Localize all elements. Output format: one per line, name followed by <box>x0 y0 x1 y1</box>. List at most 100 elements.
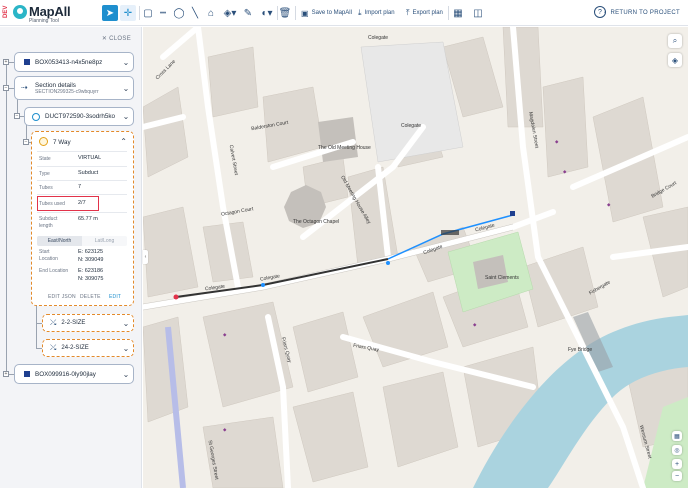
export-icon: ⤒ <box>406 8 410 17</box>
collapse-toggle[interactable]: − <box>23 139 29 145</box>
way-title: 7 Way <box>53 139 71 146</box>
tree-connector <box>6 62 7 377</box>
chevron-up-icon[interactable]: ⌃ <box>120 137 127 146</box>
dev-badge: DEV <box>3 5 9 18</box>
way-header[interactable]: 7 Way ⌃ <box>32 132 133 152</box>
poi-icon: ◆ <box>473 322 477 327</box>
subduct-label: 2-2-SIZE <box>61 320 86 326</box>
prop-key: State <box>39 156 51 162</box>
rectangle-tool-icon[interactable]: ▢ <box>142 5 154 21</box>
return-label: RETURN TO PROJECT <box>610 10 680 16</box>
map-canvas[interactable]: Colegate Colegate Colegate Colegate Bald… <box>143 27 688 488</box>
close-sidebar-button[interactable]: ✕ CLOSE <box>102 35 131 42</box>
prop-key: Type <box>39 171 50 177</box>
import-icon: ⤓ <box>358 8 362 17</box>
box-card-2[interactable]: BOX099916-0ly90jlay ⌄ <box>14 364 134 384</box>
prop-value: 7 <box>78 184 82 190</box>
save-button[interactable]: ▣ Save to MapAll <box>297 5 356 21</box>
box-card-1[interactable]: BOX053413-n4x5ne8pz ⌄ <box>14 52 134 72</box>
zoom-in-icon[interactable]: + <box>672 459 682 469</box>
poi-icon: ◆ <box>555 139 559 144</box>
import-button[interactable]: ⤓ Import plan <box>354 5 399 21</box>
chevron-left-icon: ‹ <box>604 10 607 16</box>
divider <box>37 194 127 195</box>
divider <box>37 212 127 213</box>
import-label: Import plan <box>364 10 395 16</box>
map-qr-icon[interactable]: ▦ <box>672 431 682 441</box>
trash-icon[interactable]: 🗑 <box>279 5 292 21</box>
map-layers-icon[interactable]: ◈ <box>668 53 682 67</box>
duct-label: DUCT972590-3sodrh5ko <box>45 113 116 120</box>
zoom-out-icon[interactable]: − <box>672 471 682 481</box>
end-easting: E: 623186 <box>78 268 104 274</box>
export-button[interactable]: ⤒ Export plan <box>402 5 447 21</box>
chevron-down-icon[interactable]: ⌄ <box>119 84 133 93</box>
chevron-down-icon[interactable]: ⌄ <box>119 58 133 67</box>
prop-key: Subduct length <box>39 216 58 229</box>
dashed-line-tool-icon[interactable]: ┅ <box>157 5 169 21</box>
logo-pin-icon <box>13 5 27 19</box>
end-northing: N: 309075 <box>78 276 104 282</box>
box-label: BOX099916-0ly90jlay <box>35 370 96 378</box>
map-search-icon[interactable]: ⌕ <box>668 34 682 48</box>
edit-json-button[interactable]: EDIT JSON <box>48 294 76 300</box>
toolbar-divider <box>448 6 449 20</box>
line-tool-icon[interactable]: ╲ <box>189 5 201 21</box>
subduct-icon: ⤯ <box>50 343 57 352</box>
circle-tool-icon[interactable]: ◯ <box>173 5 185 21</box>
layer-tool-icon[interactable]: ◈▾ <box>221 5 239 21</box>
app-name: MapAll <box>29 4 71 19</box>
prop-value: VIRTUAL <box>78 155 102 161</box>
place-label: The Octagon Chapel <box>293 219 340 225</box>
chevron-down-icon[interactable]: ⌄ <box>119 112 133 121</box>
subduct-icon: ⤯ <box>50 318 57 327</box>
subduct-label: 24-2-SIZE <box>61 345 89 351</box>
home-tool-icon[interactable]: ⌂ <box>205 5 217 21</box>
subduct-card-2[interactable]: ⤯ 24-2-SIZE ⌄ <box>42 339 134 357</box>
expand-toggle[interactable]: + <box>3 371 9 377</box>
coordinate-toggle[interactable]: East/North Lat/Long <box>37 236 127 246</box>
prop-value: 2/7 <box>78 200 86 206</box>
toggle-lat-long[interactable]: Lat/Long <box>82 236 127 246</box>
section-card[interactable]: ⇢ Section details SECTION299325-c9wbquyr… <box>14 76 134 100</box>
chevron-down-icon[interactable]: ⌄ <box>119 319 133 328</box>
section-icon: ⇢ <box>21 83 28 92</box>
end-location-label: End Location <box>39 268 69 274</box>
way-icon <box>39 137 48 146</box>
collapse-toggle[interactable]: − <box>3 85 9 91</box>
place-label: Colegate <box>368 35 389 41</box>
collapse-sidebar-handle[interactable]: ‹ <box>143 250 148 264</box>
tree-connector <box>36 306 37 349</box>
pencil-tool-icon[interactable]: ✎ <box>242 5 254 21</box>
map-locate-icon[interactable]: ◎ <box>672 445 682 455</box>
grid-icon[interactable]: ▦ <box>452 5 464 21</box>
toolbar: DEV MapAll Planning Tool ➤ ✛ ▢ ┅ ◯ ╲ ⌂ ◈… <box>0 0 688 26</box>
duct-card[interactable]: DUCT972590-3sodrh5ko ⌄ <box>24 107 134 126</box>
poi-icon: ◆ <box>223 332 227 337</box>
box-label: BOX053413-n4x5ne8pz <box>35 58 103 66</box>
select-tool-icon[interactable]: ➤ <box>102 5 118 21</box>
chevron-down-icon[interactable]: ⌄ <box>119 344 133 353</box>
chevron-down-icon[interactable]: ⌄ <box>119 370 133 379</box>
duct-icon <box>32 112 40 121</box>
prop-key: Tubes <box>39 185 53 191</box>
street-label: Fye Bridge <box>568 347 593 353</box>
expand-toggle[interactable]: + <box>3 59 9 65</box>
delete-button[interactable]: DELETE <box>80 294 101 300</box>
prop-value: Subduct <box>78 170 99 176</box>
return-to-project-button[interactable]: ‹ RETURN TO PROJECT <box>604 5 680 21</box>
prop-key: Tubes used <box>39 201 65 207</box>
divider <box>37 151 127 152</box>
collapse-toggle[interactable]: − <box>14 113 20 119</box>
edit-button[interactable]: EDIT <box>109 294 121 300</box>
toggle-east-north[interactable]: East/North <box>37 236 82 246</box>
subduct-card-1[interactable]: ⤯ 2-2-SIZE ⌄ <box>42 314 134 332</box>
measure-tool-icon[interactable]: ◐▾ <box>258 5 276 21</box>
box-icon <box>24 59 30 65</box>
place-label: The Old Meeting House <box>318 145 371 151</box>
move-tool-icon[interactable]: ✛ <box>120 5 136 21</box>
save-icon: ▣ <box>301 8 309 18</box>
place-label: Colegate <box>401 123 422 129</box>
panel-toggle-icon[interactable]: ◫ <box>472 5 484 21</box>
start-easting: E: 623125 <box>78 249 104 255</box>
